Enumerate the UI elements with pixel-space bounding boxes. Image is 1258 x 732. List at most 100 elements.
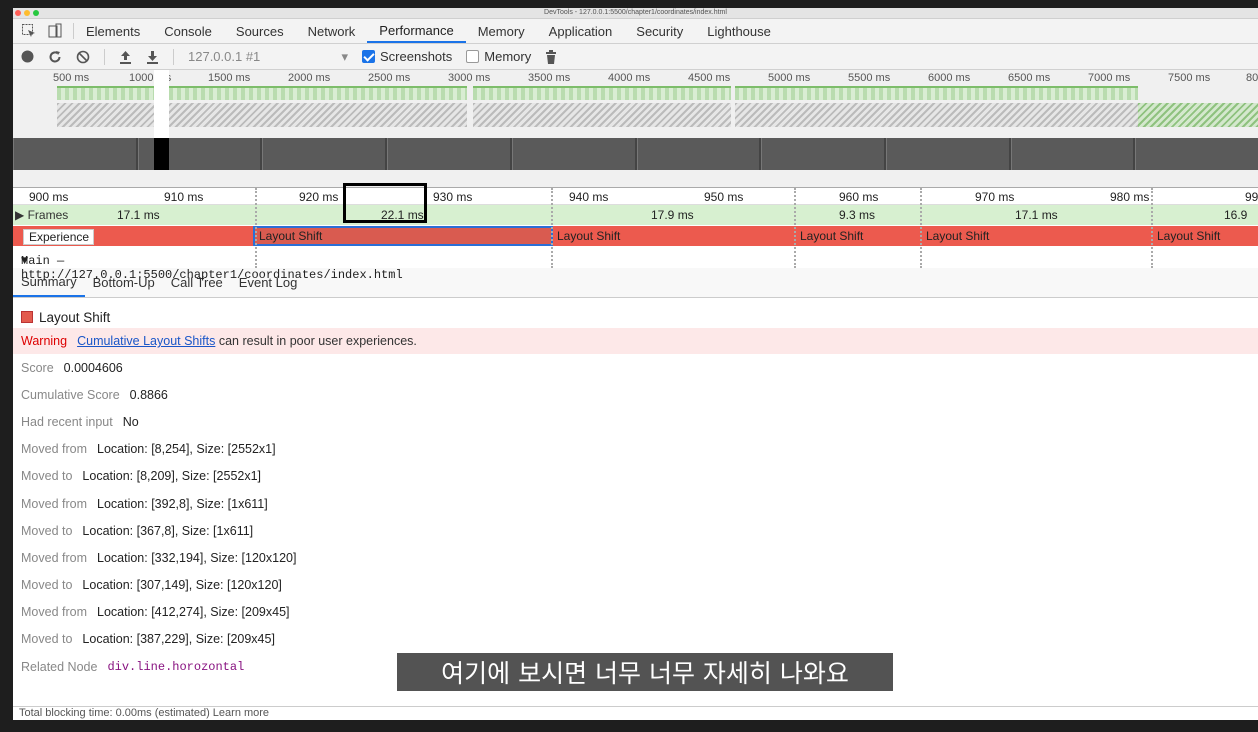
detail-key: Moved from: [21, 496, 87, 511]
detail-key: Moved to: [21, 523, 73, 538]
cpu-activity: [473, 103, 731, 127]
related-node-link[interactable]: div.line.horozontal: [107, 660, 244, 674]
main-tab-bar: Elements Console Sources Network Perform…: [13, 19, 1258, 44]
screenshot-thumbnail: [262, 138, 386, 170]
tab-memory[interactable]: Memory: [466, 19, 537, 43]
detail-row-score: Score 0.0004606: [13, 354, 1258, 381]
frame-duration[interactable]: 17.1 ms: [117, 208, 160, 222]
detail-value: Location: [307,149], Size: [120x120]: [82, 578, 282, 593]
reload-record-icon[interactable]: [48, 50, 62, 64]
tab-elements[interactable]: Elements: [74, 19, 152, 43]
upload-profile-icon[interactable]: [119, 50, 132, 64]
download-profile-icon[interactable]: [146, 50, 159, 64]
timeline-ruler: 900 ms 910 ms 920 ms 930 ms 940 ms 950 m…: [13, 188, 1258, 205]
timeline-detail[interactable]: 900 ms 910 ms 920 ms 930 ms 940 ms 950 m…: [13, 188, 1258, 282]
detail-row-moved-to: Moved to Location: [367,8], Size: [1x611]: [13, 517, 1258, 544]
main-thread-track[interactable]: ▼ Main — http://127.0.0.1:5500/chapter1/…: [13, 248, 1258, 282]
screenshot-thumbnail: [13, 138, 136, 170]
layout-shift-event[interactable]: Layout Shift: [1157, 229, 1220, 243]
tab-network[interactable]: Network: [296, 19, 368, 43]
tab-application[interactable]: Application: [537, 19, 625, 43]
screenshots-strip: [13, 138, 1258, 170]
overview-tick-label: 6500 ms: [1008, 72, 1051, 84]
fps-bar: [473, 86, 731, 100]
video-subtitle: 여기에 보시면 너무 너무 자세히 나와요: [397, 653, 893, 691]
detail-key: Cumulative Score: [21, 387, 120, 402]
detail-row-moved-to: Moved to Location: [387,229], Size: [209x…: [13, 626, 1258, 653]
detail-row-recent-input: Had recent input No: [13, 408, 1258, 435]
memory-checkbox[interactable]: Memory: [466, 49, 531, 64]
devtools-window: DevTools - 127.0.0.1:5500/chapter1/coord…: [13, 8, 1258, 720]
timeline-tick-label: 930 ms: [433, 190, 473, 204]
title-bar: DevTools - 127.0.0.1:5500/chapter1/coord…: [13, 8, 1258, 19]
overview-tick-label: 4000 ms: [608, 72, 651, 84]
timeline-tick-label: 980 ms: [1110, 190, 1150, 204]
frames-track[interactable]: ▶ Frames 17.1 ms 22.1 ms 17.9 ms 9.3 ms …: [13, 205, 1258, 225]
screenshots-checkbox[interactable]: Screenshots: [362, 49, 452, 64]
warning-message: Cumulative Layout Shifts can result in p…: [77, 334, 417, 348]
layout-shift-event[interactable]: Layout Shift: [800, 229, 863, 243]
main-thread-url: Main — http://127.0.0.1:5500/chapter1/co…: [21, 254, 403, 282]
detail-value: Location: [367,8], Size: [1x611]: [82, 523, 254, 538]
frame-duration[interactable]: 16.9: [1224, 208, 1247, 222]
timeline-tick-label: 99: [1245, 190, 1258, 204]
target-select[interactable]: 127.0.0.1 #1 ▾: [188, 49, 348, 65]
tab-console[interactable]: Console: [152, 19, 224, 43]
screenshot-thumbnail: [387, 138, 510, 170]
detail-key: Moved from: [21, 550, 87, 565]
summary-panel: Layout Shift Warning Cumulative Layout S…: [13, 298, 1258, 680]
timeline-tick-label: 900 ms: [29, 190, 69, 204]
layout-shift-event[interactable]: Layout Shift: [259, 229, 322, 243]
inspect-element-icon[interactable]: [21, 23, 37, 39]
frame-duration[interactable]: 17.1 ms: [1015, 208, 1058, 222]
cls-learn-link[interactable]: Cumulative Layout Shifts: [77, 334, 215, 348]
overview-tick-label: 5500 ms: [848, 72, 891, 84]
detail-value: Location: [8,254], Size: [2552x1]: [97, 442, 276, 457]
detail-value: 0.0004606: [63, 360, 123, 375]
annotation-highlight-box: [343, 183, 427, 223]
frame-duration[interactable]: 17.9 ms: [651, 208, 694, 222]
overview-tick-label: 2000 ms: [288, 72, 331, 84]
cpu-activity: [1138, 103, 1258, 127]
detail-row-moved-to: Moved to Location: [307,149], Size: [120x…: [13, 572, 1258, 599]
expand-triangle-icon[interactable]: ▶: [15, 208, 24, 222]
frame-duration[interactable]: 9.3 ms: [839, 208, 875, 222]
tab-performance[interactable]: Performance: [367, 19, 466, 43]
tab-security[interactable]: Security: [624, 19, 695, 43]
overview-tick-label: 7500 ms: [1168, 72, 1211, 84]
timeline-tick-label: 920 ms: [299, 190, 339, 204]
timeline-tick-label: 960 ms: [839, 190, 879, 204]
timeline-tick-label: 910 ms: [164, 190, 204, 204]
timeline-overview[interactable]: 500 ms 1000 ms 1500 ms 2000 ms 2500 ms 3…: [13, 70, 1258, 188]
detail-value: 0.8866: [129, 387, 168, 402]
device-toolbar-icon[interactable]: [47, 23, 63, 39]
target-value: 127.0.0.1 #1: [188, 48, 261, 64]
screenshot-thumbnail: [761, 138, 884, 170]
warning-label: Warning: [21, 334, 68, 348]
cpu-activity: [735, 103, 1138, 127]
chevron-down-icon: ▾: [341, 48, 348, 64]
layout-shift-event[interactable]: Layout Shift: [926, 229, 989, 243]
overview-tick-label: 6000 ms: [928, 72, 971, 84]
detail-row-moved-from: Moved from Location: [392,8], Size: [1x61…: [13, 490, 1258, 517]
fps-bar: [57, 86, 467, 100]
tab-sources[interactable]: Sources: [224, 19, 296, 43]
detail-key: Moved to: [21, 632, 73, 647]
experience-track[interactable]: Experience Layout Shift Layout Shift Lay…: [13, 226, 1258, 246]
checkbox-checked-icon: [362, 50, 375, 63]
clear-icon[interactable]: [76, 50, 90, 64]
record-icon[interactable]: [21, 50, 34, 63]
frame-boundary: [1151, 188, 1153, 268]
timeline-tick-label: 950 ms: [704, 190, 744, 204]
detail-key: Had recent input: [21, 414, 113, 429]
detail-row-cumulative-score: Cumulative Score 0.8866: [13, 381, 1258, 408]
frame-boundary: [255, 188, 257, 268]
screenshot-thumbnail: [1135, 138, 1258, 170]
layout-shift-event[interactable]: Layout Shift: [557, 229, 620, 243]
frame-boundary: [920, 188, 922, 268]
experience-track-label: Experience: [23, 229, 95, 245]
trash-icon[interactable]: [545, 49, 557, 64]
overview-tick-label: 500 ms: [53, 72, 90, 84]
detail-value: Location: [412,274], Size: [209x45]: [97, 605, 290, 620]
tab-lighthouse[interactable]: Lighthouse: [695, 19, 783, 43]
